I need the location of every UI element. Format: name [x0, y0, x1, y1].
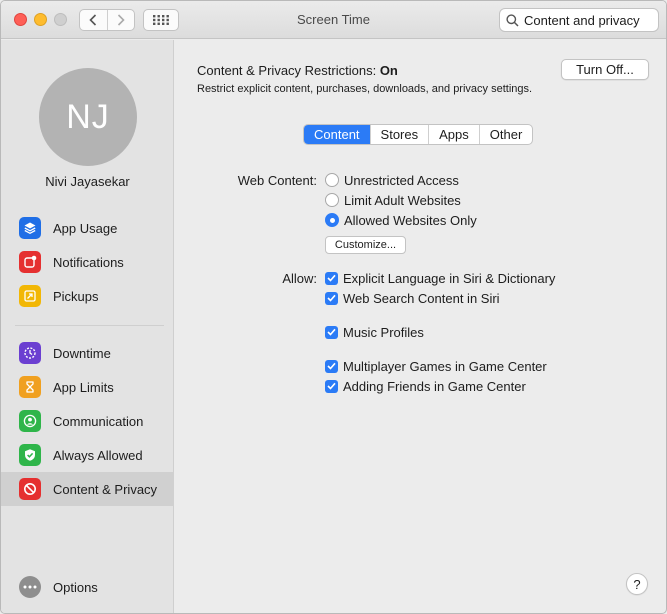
checkbox-adding-friends[interactable]: Adding Friends in Game Center	[325, 377, 526, 395]
restricted-icon	[19, 478, 41, 500]
sidebar-item-label: App Limits	[53, 379, 114, 395]
checkbox[interactable]	[325, 271, 338, 285]
moon-clock-icon	[19, 342, 41, 364]
avatar[interactable]: NJ	[39, 68, 137, 166]
checkbox-label: Web Search Content in Siri	[343, 290, 500, 306]
radio-allowed-websites-only[interactable]: Allowed Websites Only	[325, 211, 477, 229]
tab-apps[interactable]: Apps	[428, 125, 479, 144]
radio-button[interactable]	[325, 193, 339, 207]
checkbox-web-search-content[interactable]: Web Search Content in Siri	[325, 289, 500, 307]
sidebar-item-label: Always Allowed	[53, 447, 143, 463]
sidebar-item-label: Notifications	[53, 254, 124, 270]
tab-content[interactable]: Content	[304, 125, 370, 144]
radio-unrestricted-access[interactable]: Unrestricted Access	[325, 171, 459, 189]
sidebar-item-label: Pickups	[53, 288, 99, 304]
sidebar: NJ Nivi Jayasekar App Usage Notification…	[1, 40, 174, 613]
search-icon	[506, 13, 519, 27]
options-label: Options	[53, 579, 98, 595]
user-name: Nivi Jayasekar	[45, 174, 130, 189]
checkbox-label: Adding Friends in Game Center	[343, 378, 526, 394]
close-button[interactable]	[14, 13, 27, 26]
navigation-buttons	[79, 9, 135, 31]
grid-icon	[153, 15, 169, 25]
radio-label: Limit Adult Websites	[344, 192, 461, 208]
tab-stores[interactable]: Stores	[369, 125, 429, 144]
checkbox-label: Multiplayer Games in Game Center	[343, 358, 547, 374]
zoom-button[interactable]	[54, 13, 67, 26]
turn-off-button[interactable]: Turn Off...	[561, 59, 649, 80]
checkbox-multiplayer-games[interactable]: Multiplayer Games in Game Center	[325, 357, 547, 375]
title-bar: Screen Time	[1, 1, 666, 39]
checkbox[interactable]	[325, 379, 338, 393]
forward-button[interactable]	[106, 10, 135, 30]
layers-icon	[19, 217, 41, 239]
sidebar-item-always-allowed[interactable]: Always Allowed	[1, 438, 174, 472]
help-button[interactable]: ?	[626, 573, 648, 595]
checkbox[interactable]	[325, 359, 338, 373]
allow-label: Allow:	[282, 271, 317, 286]
bell-badge-icon	[19, 251, 41, 273]
sidebar-divider	[15, 325, 164, 326]
ellipsis-icon	[19, 576, 41, 598]
checkbox-label: Explicit Language in Siri & Dictionary	[343, 270, 556, 286]
options-button[interactable]: Options	[19, 576, 98, 598]
checkmark-shield-icon	[19, 444, 41, 466]
screen-time-window: Screen Time NJ Nivi Jayasekar App Usage …	[0, 0, 667, 614]
sidebar-item-notifications[interactable]: Notifications	[1, 245, 174, 279]
restrictions-heading: Content & Privacy Restrictions: On	[197, 63, 398, 78]
restrictions-status: On	[379, 63, 398, 78]
content-privacy-pane: Content & Privacy Restrictions: On Restr…	[175, 40, 666, 613]
restrictions-description: Restrict explicit content, purchases, do…	[197, 83, 533, 95]
back-button[interactable]	[80, 10, 107, 30]
checkmark-icon	[327, 328, 336, 336]
chevron-right-icon	[117, 14, 125, 26]
sidebar-item-label: App Usage	[53, 220, 118, 236]
web-content-label: Web Content:	[237, 173, 317, 188]
sidebar-item-pickups[interactable]: Pickups	[1, 279, 174, 313]
radio-button[interactable]	[325, 173, 339, 187]
radio-label: Unrestricted Access	[344, 172, 459, 188]
radio-button[interactable]	[325, 213, 339, 227]
checkbox-music-profiles[interactable]: Music Profiles	[325, 323, 424, 341]
pickup-arrow-icon	[19, 285, 41, 307]
checkbox[interactable]	[325, 291, 338, 305]
sidebar-item-downtime[interactable]: Downtime	[1, 336, 174, 370]
checkbox-label: Music Profiles	[343, 324, 424, 340]
person-circle-icon	[19, 410, 41, 432]
sidebar-item-label: Content & Privacy	[53, 481, 158, 497]
search-field[interactable]	[499, 8, 659, 32]
sidebar-item-app-limits[interactable]: App Limits	[1, 370, 174, 404]
restrictions-label: Content & Privacy Restrictions:	[197, 63, 377, 78]
content-tabs: Content Stores Apps Other	[303, 124, 534, 145]
chevron-left-icon	[89, 14, 97, 26]
search-input[interactable]	[524, 12, 654, 28]
checkmark-icon	[327, 382, 336, 390]
radio-label: Allowed Websites Only	[344, 212, 477, 228]
checkmark-icon	[327, 274, 336, 282]
sidebar-item-content-privacy[interactable]: Content & Privacy	[1, 472, 174, 506]
sidebar-item-label: Downtime	[53, 345, 111, 361]
sidebar-item-label: Communication	[53, 413, 144, 429]
checkbox-explicit-language[interactable]: Explicit Language in Siri & Dictionary	[325, 269, 555, 287]
checkmark-icon	[327, 294, 336, 302]
hourglass-icon	[19, 376, 41, 398]
tab-other[interactable]: Other	[478, 125, 533, 144]
minimize-button[interactable]	[34, 13, 47, 26]
customize-button[interactable]: Customize...	[325, 236, 406, 254]
sidebar-item-communication[interactable]: Communication	[1, 404, 174, 438]
checkmark-icon	[327, 362, 336, 370]
show-all-button[interactable]	[143, 9, 179, 31]
radio-limit-adult-websites[interactable]: Limit Adult Websites	[325, 191, 461, 209]
sidebar-item-app-usage[interactable]: App Usage	[1, 211, 174, 245]
checkbox[interactable]	[325, 325, 338, 339]
